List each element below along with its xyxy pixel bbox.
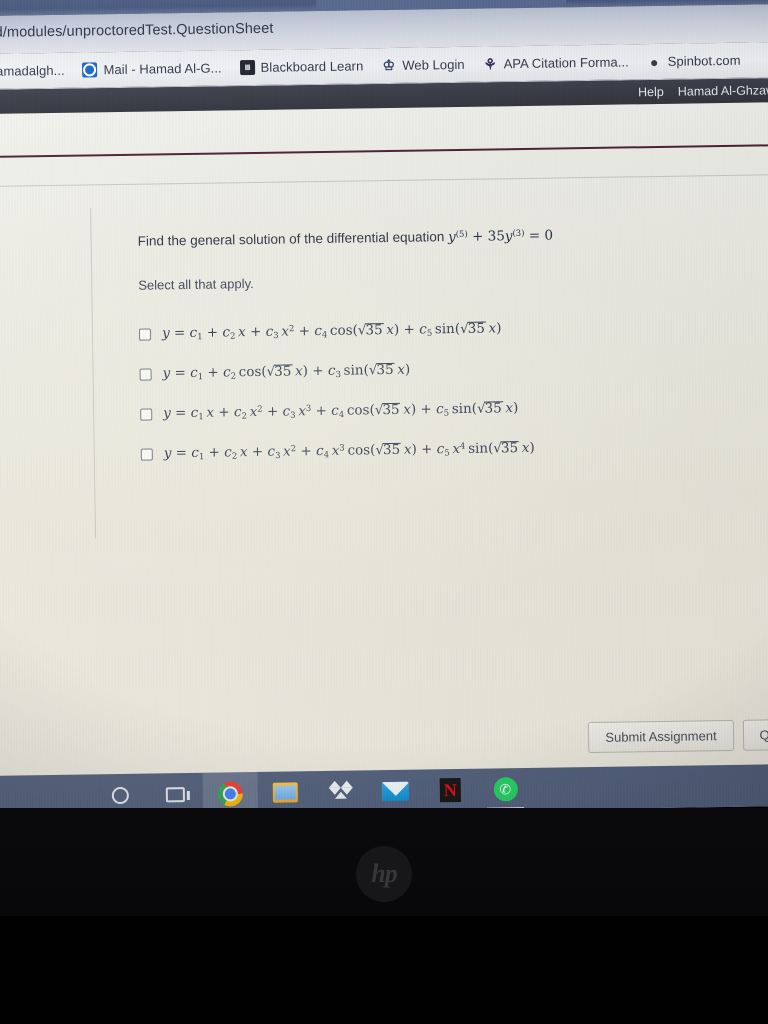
answer-choice-2[interactable]: y = c1 + c2 cos(√35 x) + c3 sin(√35 x) (139, 355, 752, 386)
whatsapp-icon[interactable]: ✆ (478, 768, 534, 811)
bookmark-label: Web Login (402, 56, 465, 73)
answer-choice-3[interactable]: y = c1 x + c2 x2 + c3 x3 + c4 cos(√35 x)… (140, 395, 753, 426)
choice-3-formula: y = c1 x + c2 x2 + c3 x3 + c4 cos(√35 x)… (163, 399, 519, 423)
dropbox-icon[interactable] (313, 770, 369, 813)
checkbox-choice-4[interactable] (140, 448, 153, 461)
user-name-label[interactable]: Hamad Al-Ghzawi ( (678, 83, 768, 99)
bookmark-item-spinbot[interactable]: ● Spinbot.com (638, 47, 750, 75)
question-panel: Find the general solution of the differe… (90, 198, 755, 539)
mail-app-icon[interactable] (368, 770, 424, 813)
answer-choice-list: y = c1 + c2 x + c3 x2 + c4 cos(√35 x) + … (138, 315, 754, 466)
laptop-screen-photo: ud/modules/unproctoredTest.QuestionSheet… (0, 0, 768, 1024)
bookmark-label: Mail - Hamad Al-G... (103, 60, 222, 78)
screen-content: ud/modules/unproctoredTest.QuestionSheet… (0, 0, 768, 818)
bookmark-label: amadalgh... (0, 62, 65, 79)
dark-foreground (0, 916, 768, 1024)
apa-icon: ⚘ (483, 56, 497, 72)
help-link[interactable]: Help (638, 85, 664, 99)
choice-2-formula: y = c1 + c2 cos(√35 x) + c3 sin(√35 x) (162, 361, 411, 383)
address-bar-url[interactable]: ud/modules/unproctoredTest.QuestionSheet (0, 21, 274, 41)
netflix-glyph: N (439, 777, 461, 803)
bookmark-item-blackboard[interactable]: IIII Blackboard Learn (230, 53, 372, 81)
bookmark-item-web-login[interactable]: ♔ Web Login (372, 51, 474, 79)
header-divider-maroon (0, 144, 768, 158)
action-button-row: Submit Assignment Quit & S (588, 718, 768, 754)
submit-assignment-button[interactable]: Submit Assignment (588, 719, 734, 754)
bookmark-item-apa-citation[interactable]: ⚘ APA Citation Forma... (473, 49, 637, 77)
mail-icon (82, 62, 98, 78)
choice-1-formula: y = c1 + c2 x + c3 x2 + c4 cos(√35 x) + … (161, 320, 502, 343)
question-equation: y(5) + 35y(3) = 0 (447, 227, 554, 246)
netflix-icon[interactable]: N (423, 769, 479, 812)
bookmark-item-mail[interactable]: Mail - Hamad Al-G... (73, 55, 230, 83)
checkbox-choice-3[interactable] (140, 408, 153, 421)
blackboard-icon: IIII (239, 59, 255, 76)
whatsapp-glyph: ✆ (493, 777, 518, 802)
shield-icon: ♔ (382, 57, 396, 74)
select-all-instruction: Select all that apply. (138, 275, 254, 293)
checkbox-choice-2[interactable] (139, 368, 152, 381)
question-stem-text: Find the general solution of the differe… (137, 229, 445, 249)
answer-choice-1[interactable]: y = c1 + c2 x + c3 x2 + c4 cos(√35 x) + … (138, 315, 752, 346)
bookmark-label: Blackboard Learn (260, 58, 364, 75)
answer-choice-4[interactable]: y = c1 + c2 x + c3 x2 + c4 x3 cos(√35 x)… (140, 435, 754, 466)
checkbox-choice-1[interactable] (138, 328, 152, 341)
assignment-page-body: Find the general solution of the differe… (0, 102, 768, 818)
quit-and-save-button[interactable]: Quit & S (742, 718, 768, 751)
choice-4-formula: y = c1 + c2 x + c3 x2 + c4 x3 cos(√35 x)… (163, 439, 535, 463)
derivative-order-3: (3) (512, 228, 525, 239)
bookmark-item-amadalgh[interactable]: amadalgh... (0, 57, 74, 84)
header-divider-thin (0, 174, 768, 187)
hp-logo: hp (356, 846, 412, 902)
question-stem: Find the general solution of the differe… (138, 224, 751, 252)
bookmark-label: Spinbot.com (667, 52, 741, 69)
spinbot-icon: ● (649, 53, 659, 70)
bookmark-label: APA Citation Forma... (503, 54, 629, 72)
derivative-order-5: (5) (455, 229, 468, 240)
